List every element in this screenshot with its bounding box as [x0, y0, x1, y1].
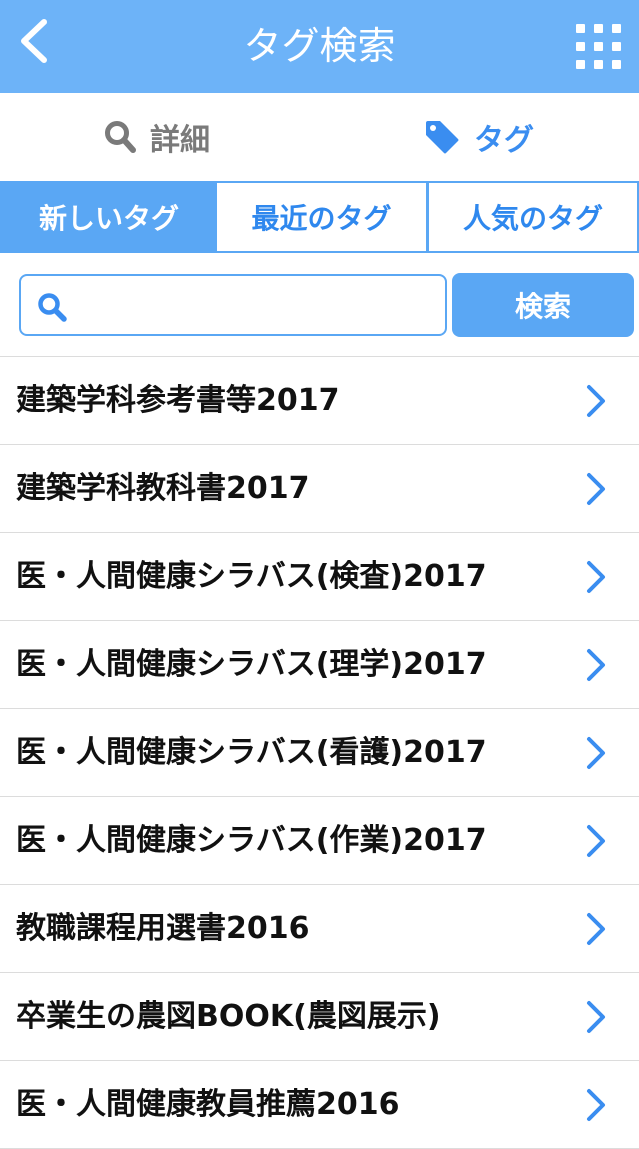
tag-mode-label: タグ — [474, 123, 534, 158]
list-item[interactable]: 医・人間健康シラバス(検査)2017 — [0, 533, 639, 621]
list-item[interactable]: 医・人間健康シラバス(看護)2017 — [0, 709, 639, 797]
back-chevron-icon[interactable] — [14, 16, 54, 66]
list-item[interactable]: 建築学科教科書2017 — [0, 445, 639, 533]
list-item-label: 建築学科参考書等2017 — [16, 383, 340, 418]
chevron-right-icon — [587, 385, 605, 417]
list-item-label: 医・人間健康シラバス(作業)2017 — [16, 823, 487, 858]
list-item[interactable]: 医・人間健康シラバス(理学)2017 — [0, 621, 639, 709]
chevron-right-icon — [587, 1089, 605, 1121]
chevron-right-icon — [587, 737, 605, 769]
list-item[interactable]: 卒業生の農図BOOK(農図展示) — [0, 973, 639, 1061]
chevron-right-icon — [587, 473, 605, 505]
list-item-label: 医・人間健康シラバス(検査)2017 — [16, 559, 487, 594]
search-input[interactable] — [79, 284, 443, 328]
search-field — [19, 274, 447, 336]
search-icon — [105, 121, 136, 153]
tab-popular-tags[interactable]: 人気のタグ — [427, 181, 639, 253]
grid-menu-icon[interactable] — [576, 24, 622, 70]
list-item[interactable]: 医・人間健康シラバス(作業)2017 — [0, 797, 639, 885]
chevron-right-icon — [587, 913, 605, 945]
chevron-right-icon — [587, 561, 605, 593]
tag-list: 建築学科参考書等2017 建築学科教科書2017 医・人間健康シラバス(検査)2… — [0, 356, 639, 1149]
tag-search-mode[interactable]: タグ — [424, 93, 534, 181]
tab-recent-tags[interactable]: 最近のタグ — [217, 181, 428, 253]
tag-icon — [426, 121, 459, 154]
search-button[interactable]: 検索 — [452, 273, 634, 337]
chevron-right-icon — [587, 649, 605, 681]
list-item-label: 建築学科教科書2017 — [16, 471, 310, 506]
search-icon — [38, 293, 67, 322]
list-item[interactable]: 医・人間健康教員推薦2016 — [0, 1061, 639, 1149]
tag-tabs: 新しいタグ 最近のタグ 人気のタグ — [0, 181, 639, 253]
page-title: タグ検索 — [243, 24, 396, 68]
list-item-label: 医・人間健康シラバス(理学)2017 — [16, 647, 487, 682]
list-item-label: 医・人間健康教員推薦2016 — [16, 1087, 400, 1122]
list-item[interactable]: 建築学科参考書等2017 — [0, 357, 639, 445]
list-item-label: 教職課程用選書2016 — [16, 911, 310, 946]
search-mode-switch: 詳細 タグ — [0, 93, 639, 181]
chevron-right-icon — [587, 825, 605, 857]
chevron-right-icon — [587, 1001, 605, 1033]
detail-mode-label: 詳細 — [150, 123, 210, 158]
list-item-label: 医・人間健康シラバス(看護)2017 — [16, 735, 487, 770]
list-item[interactable]: 教職課程用選書2016 — [0, 885, 639, 973]
detail-search-mode[interactable]: 詳細 — [104, 93, 210, 181]
app-header: タグ検索 — [0, 0, 639, 93]
list-item-label: 卒業生の農図BOOK(農図展示) — [16, 999, 441, 1034]
tab-new-tags[interactable]: 新しいタグ — [0, 181, 218, 253]
